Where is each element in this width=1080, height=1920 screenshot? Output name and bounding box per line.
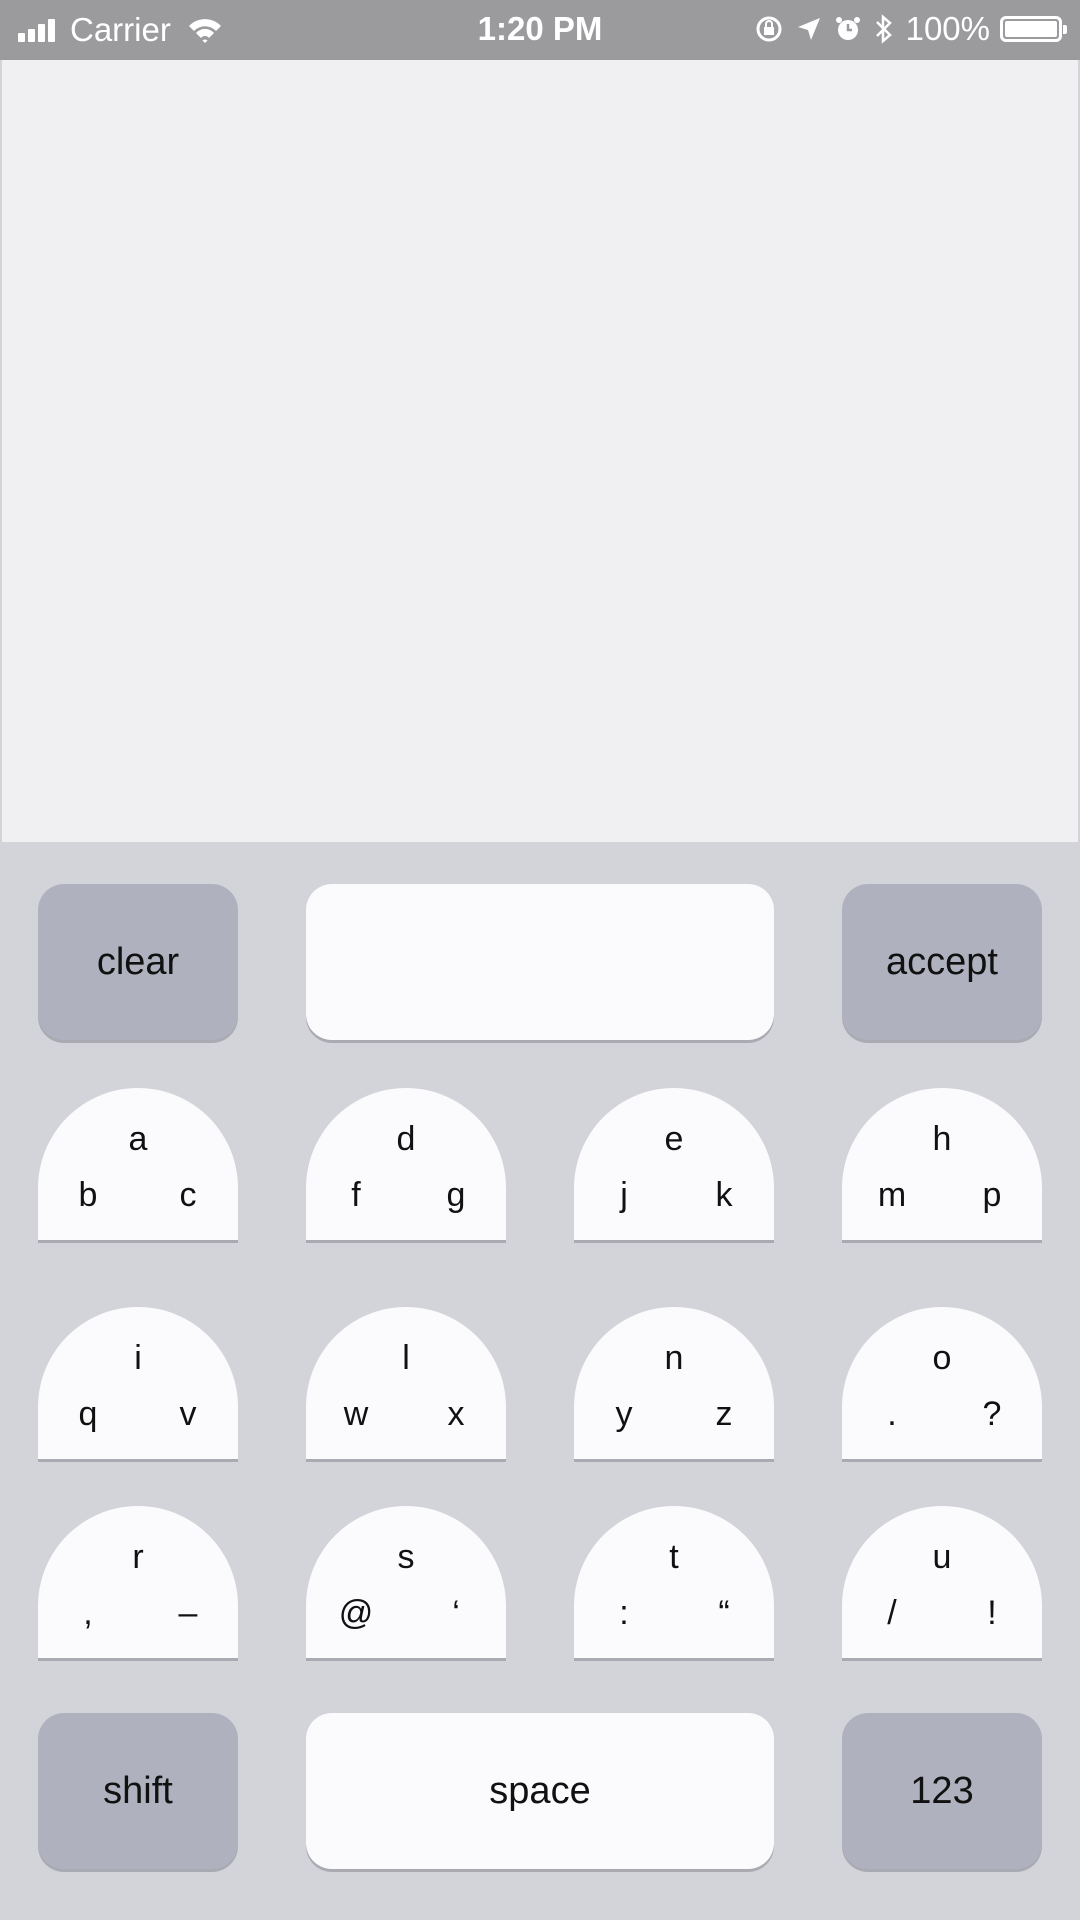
clear-button[interactable]: clear (38, 884, 238, 1040)
letter-key-t-colon-dquote[interactable]: t : “ (574, 1506, 774, 1658)
key-top-char: d (396, 1120, 416, 1158)
key-left-char: f (351, 1176, 361, 1214)
key-left-char: w (343, 1395, 369, 1433)
key-left-char: b (78, 1176, 98, 1214)
key-top-char: n (664, 1339, 684, 1377)
bluetooth-icon (874, 14, 894, 44)
key-left-char: q (78, 1395, 98, 1433)
key-right-char: ‘ (452, 1594, 460, 1632)
key-right-char: ! (987, 1594, 997, 1632)
letter-key-s-at-quote[interactable]: s @ ‘ (306, 1506, 506, 1658)
letter-key-r-comma-dash[interactable]: r , – (38, 1506, 238, 1658)
key-right-char: x (447, 1395, 465, 1433)
space-button[interactable]: space (306, 1713, 774, 1869)
key-top-char: t (669, 1538, 679, 1576)
key-left-char: : (619, 1594, 629, 1632)
key-left-char: m (877, 1176, 907, 1214)
key-right-char: k (715, 1176, 733, 1214)
key-right-char: p (982, 1176, 1002, 1214)
key-top-char: i (134, 1339, 142, 1377)
key-left-char: / (887, 1594, 897, 1632)
letter-key-o-period-question[interactable]: o . ? (842, 1307, 1042, 1459)
key-top-char: e (664, 1120, 684, 1158)
battery-icon (1000, 16, 1067, 42)
key-right-char: z (715, 1395, 733, 1433)
key-top-char: l (402, 1339, 410, 1377)
letter-key-u-slash-exclaim[interactable]: u / ! (842, 1506, 1042, 1658)
letter-key-nyz[interactable]: n y z (574, 1307, 774, 1459)
shift-button[interactable]: shift (38, 1713, 238, 1869)
key-right-char: “ (718, 1594, 730, 1632)
text-input-display[interactable] (306, 884, 774, 1040)
orientation-lock-icon (754, 14, 784, 44)
key-top-char: s (397, 1538, 415, 1576)
alarm-icon (834, 15, 862, 43)
key-top-char: u (932, 1538, 952, 1576)
key-right-char: v (179, 1395, 197, 1433)
status-bar: Carrier 1:20 PM 100% (0, 0, 1080, 60)
key-top-char: r (132, 1538, 144, 1576)
letter-key-ejk[interactable]: e j k (574, 1088, 774, 1240)
key-left-char: y (615, 1395, 633, 1433)
battery-percent: 100% (905, 10, 990, 47)
status-right: 100% (742, 10, 1067, 48)
key-top-char: h (932, 1120, 952, 1158)
location-icon (796, 16, 822, 42)
key-right-char: ? (982, 1395, 1002, 1433)
letter-key-hmp[interactable]: h m p (842, 1088, 1042, 1240)
key-top-char: a (128, 1120, 148, 1158)
key-right-char: – (178, 1594, 198, 1632)
key-left-char: j (620, 1176, 628, 1214)
accept-button[interactable]: accept (842, 884, 1042, 1040)
letter-key-dfg[interactable]: d f g (306, 1088, 506, 1240)
key-left-char: , (83, 1594, 93, 1632)
key-top-char: o (932, 1339, 952, 1377)
text-content-area[interactable] (2, 60, 1078, 842)
key-left-char: . (887, 1395, 897, 1433)
letter-key-iqv[interactable]: i q v (38, 1307, 238, 1459)
battery-fill (1005, 21, 1057, 37)
key-right-char: c (179, 1176, 197, 1214)
numbers-button[interactable]: 123 (842, 1713, 1042, 1869)
letter-key-lwx[interactable]: l w x (306, 1307, 506, 1459)
letter-key-abc[interactable]: a b c (38, 1088, 238, 1240)
key-right-char: g (446, 1176, 466, 1214)
key-left-char: @ (338, 1594, 374, 1632)
